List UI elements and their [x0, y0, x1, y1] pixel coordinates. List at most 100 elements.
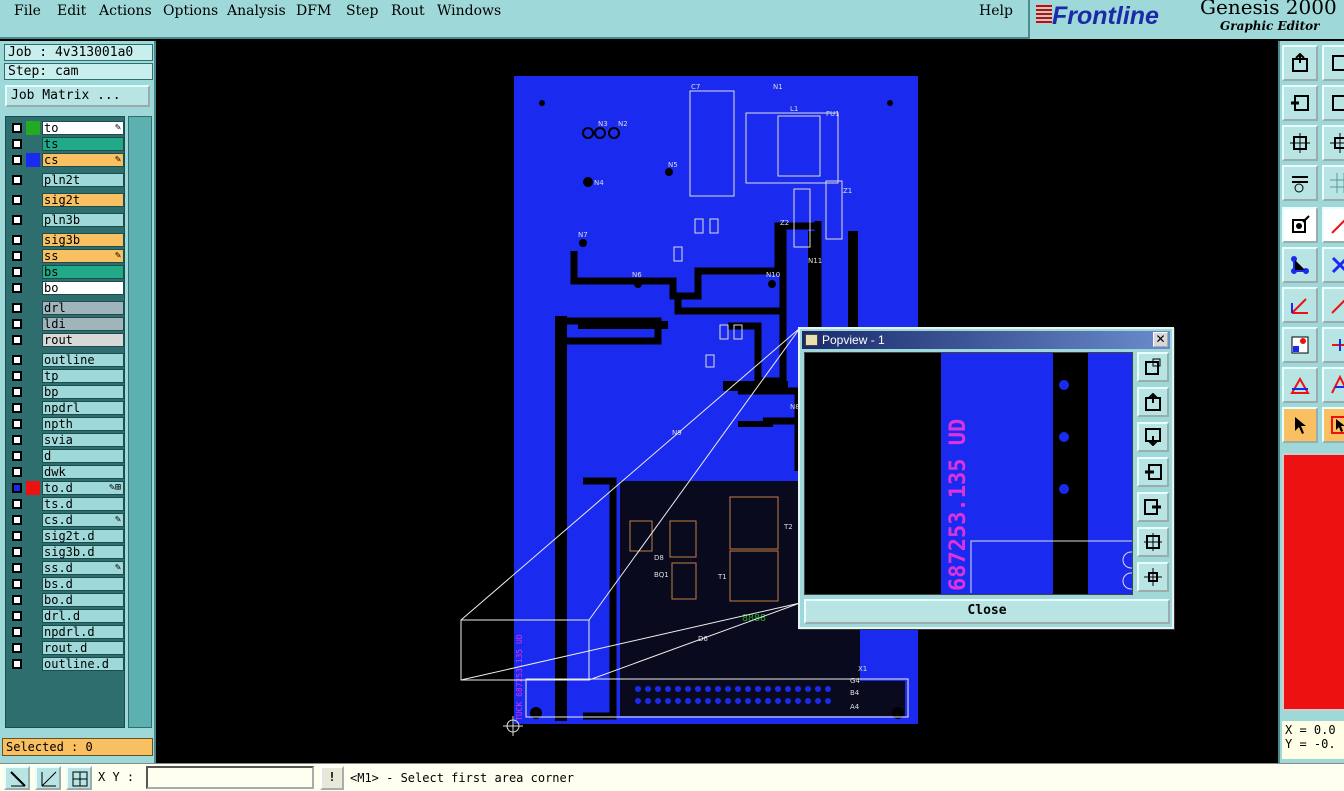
pv-zoom-out-button[interactable] — [1137, 562, 1169, 592]
menu-step[interactable]: Step — [346, 3, 378, 19]
layer-name[interactable]: drl — [42, 301, 124, 315]
layer-row[interactable]: sig3b — [8, 233, 124, 247]
grid-button[interactable] — [1322, 165, 1344, 201]
menu-rout[interactable]: Rout — [391, 3, 425, 19]
layer-name[interactable]: sig2t.d — [42, 529, 124, 543]
layer-row[interactable]: pln2t — [8, 173, 124, 187]
layer-row[interactable]: drl.d — [8, 609, 124, 623]
layer-row[interactable]: outline — [8, 353, 124, 367]
layer-row[interactable]: outline.d — [8, 657, 124, 671]
close-icon[interactable]: ✕ — [1153, 332, 1168, 347]
layer-name[interactable]: bp — [42, 385, 124, 399]
pv-zoom-fit-button[interactable] — [1137, 527, 1169, 557]
pv-pan-left-button[interactable] — [1137, 457, 1169, 487]
layer-name[interactable]: npdrl.d — [42, 625, 124, 639]
layer-checkbox[interactable] — [12, 387, 22, 397]
layer-checkbox[interactable] — [12, 195, 22, 205]
layer-checkbox[interactable] — [12, 319, 22, 329]
layer-checkbox[interactable] — [12, 563, 22, 573]
layer-row[interactable]: ts.d — [8, 497, 124, 511]
layer-row[interactable]: ss ✎ — [8, 249, 124, 263]
layer-row[interactable]: bo — [8, 281, 124, 295]
layer-checkbox[interactable] — [12, 515, 22, 525]
layer-name[interactable]: rout.d — [42, 641, 124, 655]
layer-checkbox[interactable] — [12, 579, 22, 589]
layer-row[interactable]: npdrl.d — [8, 625, 124, 639]
layer-name[interactable]: pln2t — [42, 173, 124, 187]
layer-row[interactable]: npth — [8, 417, 124, 431]
pointer-tool-button[interactable] — [1282, 407, 1318, 443]
layer-checkbox[interactable] — [12, 403, 22, 413]
layer-checkbox[interactable] — [12, 627, 22, 637]
layer-row[interactable]: cs ✎ — [8, 153, 124, 167]
layer-name[interactable]: bs — [42, 265, 124, 279]
layer-checkbox[interactable] — [12, 283, 22, 293]
popview-canvas[interactable]: 687253.135 UD — [804, 352, 1133, 595]
zoom-window-button[interactable] — [1322, 45, 1344, 81]
pv-pan-up-button[interactable] — [1137, 387, 1169, 417]
layer-checkbox[interactable] — [12, 335, 22, 345]
menu-analysis[interactable]: Analysis — [227, 3, 286, 19]
layer-checkbox[interactable] — [12, 155, 22, 165]
layer-checkbox[interactable] — [12, 467, 22, 477]
layer-name[interactable]: rout — [42, 333, 124, 347]
layer-checkbox[interactable] — [12, 123, 22, 133]
layer-name[interactable]: cs.d ✎ — [42, 513, 124, 527]
grid-snap-button[interactable] — [66, 766, 92, 790]
layer-row[interactable]: rout.d — [8, 641, 124, 655]
layer-name[interactable]: ldi — [42, 317, 124, 331]
arrow-tool-button[interactable] — [1322, 367, 1344, 403]
layer-name[interactable]: cs ✎ — [42, 153, 124, 167]
layer-name[interactable]: svia — [42, 433, 124, 447]
layer-row[interactable]: cs.d ✎ — [8, 513, 124, 527]
cross-tool-button[interactable] — [1322, 247, 1344, 283]
layer-name[interactable]: sig3b.d — [42, 545, 124, 559]
layer-list-scrollbar[interactable] — [128, 116, 152, 728]
pad-tool-button[interactable] — [1282, 327, 1318, 363]
pv-zoom-window-button[interactable] — [1137, 352, 1169, 382]
layer-row[interactable]: tp — [8, 369, 124, 383]
layer-checkbox[interactable] — [12, 419, 22, 429]
layer-row[interactable]: dwk — [8, 465, 124, 479]
layer-name[interactable]: bo — [42, 281, 124, 295]
layer-row[interactable]: pln3b — [8, 213, 124, 227]
layer-checkbox[interactable] — [12, 451, 22, 461]
layer-row[interactable]: to ✎ — [8, 121, 124, 135]
net-tool-button[interactable] — [1282, 247, 1318, 283]
slope-tool-button[interactable] — [1322, 287, 1344, 323]
layer-name[interactable]: ts — [42, 137, 124, 151]
angle-tool-button[interactable] — [1282, 287, 1318, 323]
menu-actions[interactable]: Actions — [99, 3, 152, 19]
menu-edit[interactable]: Edit — [57, 3, 86, 19]
layer-row[interactable]: bs — [8, 265, 124, 279]
layer-name[interactable]: drl.d — [42, 609, 124, 623]
zoom-out-button[interactable] — [1322, 125, 1344, 161]
layer-checkbox[interactable] — [12, 643, 22, 653]
pv-pan-right-button[interactable] — [1137, 492, 1169, 522]
xy-input[interactable] — [146, 766, 314, 789]
layer-name[interactable]: sig3b — [42, 233, 124, 247]
layer-checkbox[interactable] — [12, 355, 22, 365]
layer-row[interactable]: ts — [8, 137, 124, 151]
layer-name[interactable]: bs.d — [42, 577, 124, 591]
layer-row[interactable]: bp — [8, 385, 124, 399]
view-options-button[interactable] — [1282, 165, 1318, 201]
menu-file[interactable]: File — [14, 3, 41, 19]
layer-checkbox[interactable] — [12, 547, 22, 557]
menu-help[interactable]: Help — [979, 3, 1013, 19]
layer-name[interactable]: sig2t — [42, 193, 124, 207]
draw-line-button[interactable] — [1322, 207, 1344, 243]
layer-checkbox[interactable] — [12, 139, 22, 149]
triangle-tool-button[interactable] — [1282, 367, 1318, 403]
layer-name[interactable]: to.d ✎⊞ — [42, 481, 124, 495]
pointer-box-tool-button[interactable] — [1322, 407, 1344, 443]
layer-row[interactable]: bo.d — [8, 593, 124, 607]
pan-left-button[interactable] — [1282, 85, 1318, 121]
layer-row[interactable]: npdrl — [8, 401, 124, 415]
select-pad-button[interactable] — [1282, 207, 1318, 243]
job-matrix-button[interactable]: Job Matrix ... — [5, 85, 150, 107]
layer-row[interactable]: rout — [8, 333, 124, 347]
popview-titlebar[interactable]: Popview - 1 ✕ — [802, 331, 1170, 349]
layer-row[interactable]: sig2t — [8, 193, 124, 207]
layer-row[interactable]: sig3b.d — [8, 545, 124, 559]
